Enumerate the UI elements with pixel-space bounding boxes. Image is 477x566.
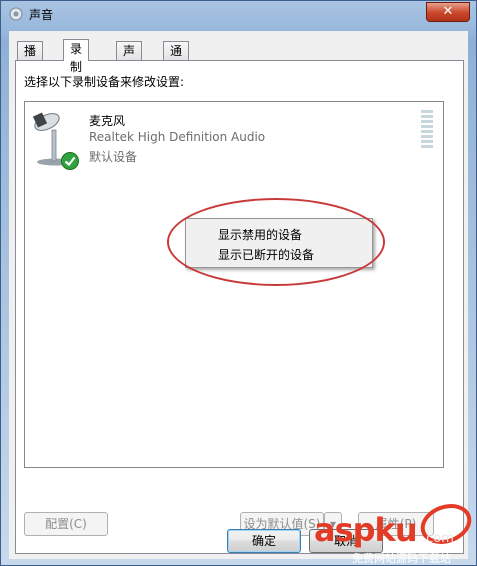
dialog-client: 播放 录制 声音 通信 选择以下录制设备来修改设置:: [9, 31, 468, 559]
context-menu: 显示禁用的设备 显示已断开的设备: [185, 218, 373, 268]
device-status: 默认设备: [89, 150, 138, 164]
tab-communications[interactable]: 通信: [163, 41, 190, 76]
watermark-tagline: 免费网站源码下载站: [352, 552, 451, 565]
title-bar[interactable]: 声音 ✕: [1, 1, 476, 27]
check-icon: [61, 152, 79, 170]
ok-button[interactable]: 确定: [227, 529, 301, 553]
instruction-text: 选择以下录制设备来修改设置:: [24, 75, 185, 89]
list-item[interactable]: 麦克风 Realtek High Definition Audio 默认设备: [25, 102, 443, 172]
watermark-suffix: .com: [422, 531, 454, 546]
device-list[interactable]: 麦克风 Realtek High Definition Audio 默认设备 显…: [24, 101, 444, 468]
tab-sounds[interactable]: 声音: [116, 41, 143, 76]
recording-panel: 选择以下录制设备来修改设置: 麦克风 Realtek High Definiti…: [15, 60, 464, 554]
window-title: 声音: [29, 8, 54, 22]
tab-recording[interactable]: 录制: [63, 39, 90, 74]
close-button[interactable]: ✕: [426, 2, 470, 22]
menu-item-show-disabled[interactable]: 显示禁用的设备: [218, 226, 302, 243]
sound-dialog: 声音 ✕ 播放 录制 声音 通信 选择以下录制设备来修改设置:: [0, 0, 477, 566]
speaker-icon: [9, 7, 23, 21]
watermark-brand: aspku: [314, 511, 418, 549]
tab-playback[interactable]: 播放: [17, 41, 44, 76]
device-driver: Realtek High Definition Audio: [89, 130, 266, 144]
configure-button[interactable]: 配置(C): [24, 512, 108, 536]
device-name: 麦克风: [89, 114, 126, 128]
level-meter: [421, 110, 433, 150]
watermark: aspku .com 免费网站源码下载站: [296, 497, 477, 565]
menu-item-show-disconnected[interactable]: 显示已断开的设备: [218, 246, 314, 263]
